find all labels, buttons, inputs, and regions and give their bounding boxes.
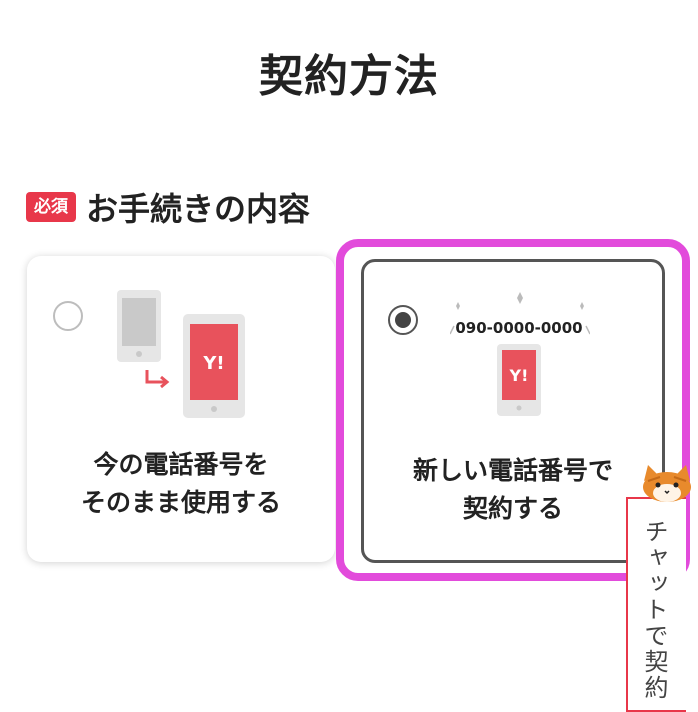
section-title: お手続きの内容	[86, 190, 311, 228]
radio-new-number[interactable]	[388, 305, 418, 335]
option-label-line2: そのまま使用する	[80, 488, 281, 517]
svg-text:Y!: Y!	[509, 366, 529, 385]
transfer-phones-icon: Y!	[117, 290, 245, 418]
option-label-line2: 契約する	[462, 494, 563, 523]
page-title: 契約方法	[259, 51, 439, 102]
section-header: 必須 お手続きの内容	[26, 184, 310, 230]
phone-logo-text: Y!	[202, 353, 224, 374]
option-card-keep-number[interactable]: Y! 今の電話番号を そのまま使用する	[27, 256, 335, 562]
sample-phone-number: 090-0000-0000	[455, 319, 583, 337]
chat-contract-tab[interactable]: チャットで契約	[626, 497, 686, 712]
option-label-line1: 今の電話番号を	[93, 450, 269, 479]
required-badge: 必須	[26, 192, 76, 222]
chat-tab-label: チャットで契約	[640, 519, 668, 701]
radio-keep-number[interactable]	[53, 301, 83, 331]
new-number-phone-icon: Y!	[450, 292, 590, 416]
option-label-keep-number: 今の電話番号を そのまま使用する	[27, 446, 335, 522]
option-label-line1: 新しい電話番号で	[412, 456, 613, 485]
cat-mascot-icon	[643, 465, 691, 502]
option-label-new-number: 新しい電話番号で 契約する	[364, 452, 662, 528]
option-card-new-number[interactable]: Y! 090-0000-0000 新しい電話番号で 契約する	[361, 259, 665, 563]
